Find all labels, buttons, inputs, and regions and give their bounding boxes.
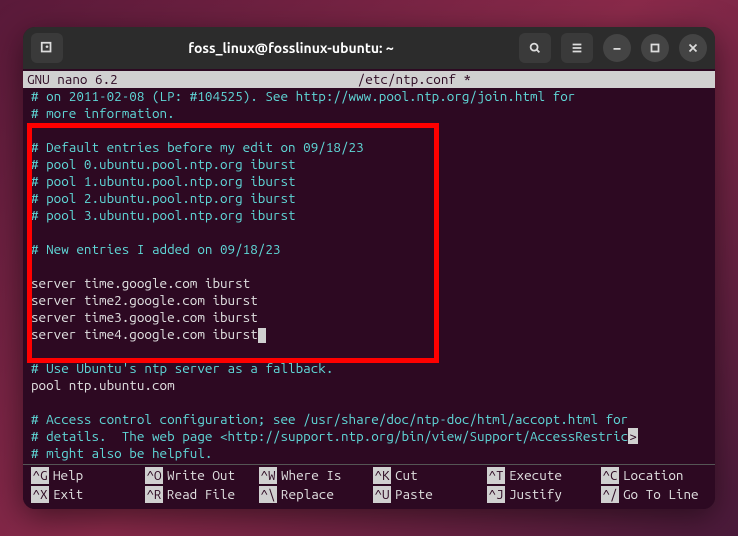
shortcut-key: ^K (373, 467, 391, 484)
nano-footer: ^GHelp ^OWrite Out ^WWhere Is ^KCut ^TExecut… (23, 465, 715, 509)
shortcut-key: ^/ (601, 486, 619, 503)
nano-shortcut: ^/Go To Line (601, 486, 707, 503)
nano-shortcut: ^GHelp (31, 467, 137, 484)
shortcut-label: Paste (395, 486, 433, 503)
editor-line: # might also be helpful. (31, 445, 707, 462)
editor-line: # details. The web page <http://support.… (31, 428, 707, 445)
editor-line: # pool 0.ubuntu.pool.ntp.org iburst (31, 156, 707, 173)
nano-header: GNU nano 6.2 /etc/ntp.conf * (23, 71, 715, 88)
cursor (258, 328, 266, 343)
nano-shortcut: ^CLocation (601, 467, 707, 484)
close-button[interactable] (679, 34, 707, 62)
shortcut-key: ^J (487, 486, 505, 503)
nano-app-name: GNU nano 6.2 (27, 71, 118, 88)
menu-button[interactable] (561, 33, 593, 63)
editor-line: # pool 1.ubuntu.pool.ntp.org iburst (31, 173, 707, 190)
editor-line: # more information. (31, 105, 707, 122)
titlebar: foss_linux@fosslinux-ubuntu: ~ (23, 27, 715, 69)
shortcut-key: ^C (601, 467, 619, 484)
shortcut-key: ^O (145, 467, 163, 484)
editor-line: server time3.google.com iburst (31, 309, 707, 326)
nano-shortcut: ^UPaste (373, 486, 479, 503)
nano-shortcut: ^WWhere Is (259, 467, 365, 484)
new-tab-button[interactable] (31, 33, 63, 63)
search-button[interactable] (519, 33, 551, 63)
shortcut-label: Help (53, 467, 83, 484)
shortcut-key: ^W (259, 467, 277, 484)
terminal-area[interactable]: GNU nano 6.2 /etc/ntp.conf * # on 2011-0… (23, 69, 715, 509)
editor-line: # on 2011-02-08 (LP: #104525). See http:… (31, 88, 707, 105)
shortcut-key: ^R (145, 486, 163, 503)
shortcut-label: Where Is (281, 467, 341, 484)
window-controls (519, 33, 707, 63)
nano-shortcut: ^KCut (373, 467, 479, 484)
shortcut-label: Replace (281, 486, 334, 503)
editor-line: # pool 3.ubuntu.pool.ntp.org iburst (31, 207, 707, 224)
shortcut-key: ^U (373, 486, 391, 503)
editor-line: # Default entries before my edit on 09/1… (31, 139, 707, 156)
shortcut-label: Execute (509, 467, 562, 484)
editor-line (31, 122, 707, 139)
editor-line: # pool 2.ubuntu.pool.ntp.org iburst (31, 190, 707, 207)
shortcut-label: Exit (53, 486, 83, 503)
shortcut-label: Location (623, 467, 683, 484)
shortcut-label: Justify (509, 486, 562, 503)
shortcut-key: ^\ (259, 486, 277, 503)
editor-line: server time4.google.com iburst (31, 326, 707, 343)
nano-shortcut: ^\Replace (259, 486, 365, 503)
nano-shortcut: ^XExit (31, 486, 137, 503)
terminal-window: foss_linux@fosslinux-ubuntu: ~ GNU nano … (23, 27, 715, 509)
shortcut-label: Go To Line (623, 486, 699, 503)
shortcut-label: Read File (167, 486, 235, 503)
editor-line: pool ntp.ubuntu.com (31, 377, 707, 394)
maximize-button[interactable] (641, 34, 669, 62)
editor-line (31, 394, 707, 411)
minimize-button[interactable] (603, 34, 631, 62)
nano-shortcut: ^TExecute (487, 467, 593, 484)
nano-shortcut: ^RRead File (145, 486, 251, 503)
window-title: foss_linux@fosslinux-ubuntu: ~ (69, 40, 513, 56)
shortcut-key: ^G (31, 467, 49, 484)
editor-line (31, 258, 707, 275)
editor-line: server time.google.com iburst (31, 275, 707, 292)
nano-shortcut: ^OWrite Out (145, 467, 251, 484)
editor-line (31, 343, 707, 360)
editor-content[interactable]: # on 2011-02-08 (LP: #104525). See http:… (23, 88, 715, 462)
shortcut-key: ^X (31, 486, 49, 503)
shortcut-key: ^T (487, 467, 505, 484)
shortcut-label: Cut (395, 467, 418, 484)
editor-line: # New entries I added on 09/18/23 (31, 241, 707, 258)
editor-line: # Use Ubuntu's ntp server as a fallback. (31, 360, 707, 377)
editor-line (31, 224, 707, 241)
shortcut-label: Write Out (167, 467, 235, 484)
nano-shortcut: ^JJustify (487, 486, 593, 503)
line-continuation-icon: > (628, 428, 638, 444)
editor-line: server time2.google.com iburst (31, 292, 707, 309)
editor-line: # Access control configuration; see /usr… (31, 411, 707, 428)
nano-file-name: /etc/ntp.conf * (118, 71, 711, 88)
